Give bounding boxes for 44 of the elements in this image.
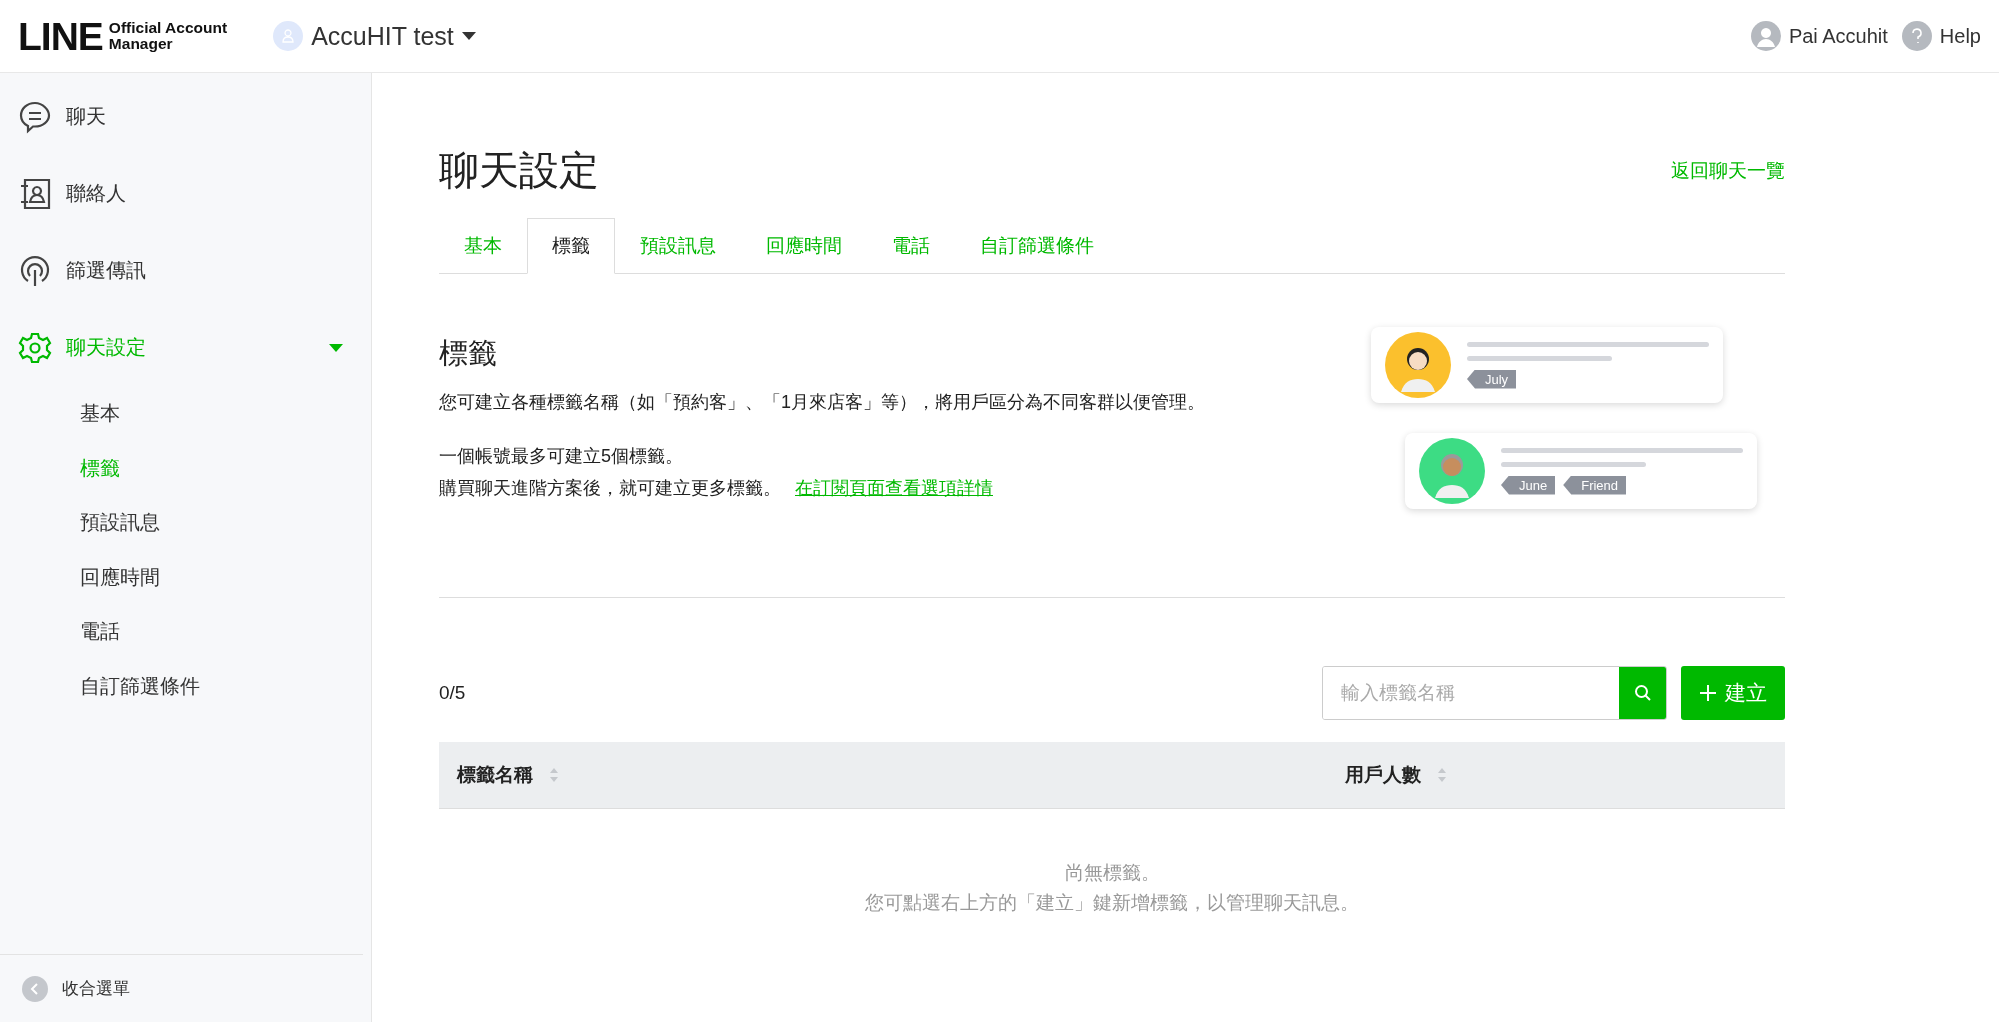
chat-bubble-icon: [18, 99, 52, 134]
sort-icon[interactable]: [549, 767, 559, 783]
caret-icon: [329, 343, 343, 352]
search-button[interactable]: [1619, 667, 1666, 719]
sidebar-subitem[interactable]: 電話: [0, 604, 371, 659]
sidebar-subitem[interactable]: 基本: [0, 386, 371, 441]
page-title: 聊天設定: [439, 147, 599, 194]
column-heading[interactable]: 標籤名稱: [457, 762, 533, 788]
section-description: 您可建立各種標籤名稱（如「預約客」、「1月來店客」等），將用戶區分為不同客群以便管理。: [439, 391, 1205, 414]
search-icon: [1633, 684, 1652, 702]
tag-count: 0/5: [439, 682, 466, 704]
sidebar-subitem[interactable]: 回應時間: [0, 549, 371, 604]
tag-label: Friend: [1563, 475, 1627, 495]
tag-label: June: [1501, 475, 1556, 495]
user-menu[interactable]: Pai Accuhit: [1750, 21, 1888, 51]
sidebar-subitem[interactable]: 自訂篩選條件: [0, 658, 371, 713]
gear-icon: [18, 330, 52, 365]
upgrade-text: 購買聊天進階方案後，就可建立更多標籤。: [439, 477, 781, 500]
broadcast-icon: [18, 253, 52, 288]
avatar-drawing: [1385, 332, 1451, 398]
settings-tab[interactable]: 標籤: [527, 218, 615, 274]
user-avatar-icon: [1754, 25, 1777, 47]
sort-icon[interactable]: [1437, 767, 1448, 783]
section-heading: 標籤: [439, 336, 498, 371]
help-link[interactable]: Help: [1901, 21, 1981, 51]
account-switcher[interactable]: AccuHIT test: [273, 21, 476, 51]
sidebar-item[interactable]: 聯絡人: [0, 155, 371, 232]
contact-book-icon: [18, 176, 52, 211]
sidebar-item[interactable]: 篩選傳訊: [0, 232, 371, 309]
empty-state-text: 您可點選右上方的「建立」鍵新增標籤，以管理聊天訊息。: [865, 891, 1359, 915]
account-avatar-icon: [280, 28, 297, 44]
help-icon: [1909, 28, 1924, 44]
caret-down-icon: [461, 32, 476, 40]
avatar-drawing: [1419, 438, 1485, 504]
sidebar-subitem[interactable]: 預設訊息: [0, 495, 371, 550]
chevron-left-icon: [30, 982, 40, 995]
tag-search-field[interactable]: 輸入標籤名稱: [1322, 666, 1667, 720]
sidebar-item[interactable]: 聊天: [0, 78, 371, 155]
tag-label: July: [1467, 369, 1517, 389]
column-heading[interactable]: 用戶人數: [1345, 762, 1422, 788]
plus-icon: [1699, 684, 1717, 702]
collapse-menu-button[interactable]: 收合選單: [0, 954, 363, 1022]
tag-limit-text: 一個帳號最多可建立5個標籤。: [439, 445, 684, 468]
empty-state-text: 尚無標籤。: [1064, 861, 1160, 885]
